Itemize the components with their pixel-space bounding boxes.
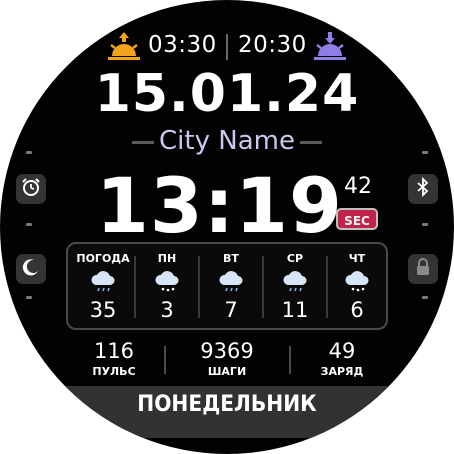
moon-icon [21,257,41,281]
lock-icon [414,257,432,281]
right-tick [422,296,428,299]
sunrise-icon [106,30,142,64]
left-tick [26,296,32,299]
weekday-label: ПОНЕДЕЛЬНИК [137,392,317,417]
stat-divider [289,346,291,374]
forecast-day-label: ВТ [223,252,239,265]
forecast-day: ВТ 7 [200,244,262,328]
heart-rate-label: ПУЛЬС [92,365,136,378]
watch-face: 03:30 20:30 15.01.24 City Name 13:19 42 … [0,0,454,454]
battery-value: 49 [328,339,356,363]
seconds-display: 42 [344,174,372,199]
date-display: 15.01.24 [94,64,360,124]
time-display: 13:19 [96,161,343,250]
bluetooth-icon [414,176,432,201]
battery-stat[interactable]: 49 ЗАРЯД [292,338,392,380]
forecast-temp: 3 [160,298,174,322]
right-tick [422,223,428,226]
right-tick [422,151,428,154]
rain-cloud-icon [217,270,245,294]
sunset-icon [312,30,348,64]
sunrise-time: 03:30 [148,32,217,58]
stat-divider [164,346,166,374]
forecast-temp: 7 [224,298,238,322]
left-tick [26,223,32,226]
sunset-time: 20:30 [238,32,307,58]
snow-cloud-icon [343,270,371,294]
city-name: City Name [159,126,295,156]
forecast-day: ПН 3 [136,244,198,328]
rain-cloud-icon [89,270,117,294]
forecast-day-label: СР [286,252,304,265]
seconds-badge: SEC [336,208,378,230]
forecast-day: ПОГОДА 35 [72,244,134,328]
steps-label: ШАГИ [207,365,247,378]
sun-times-row: 03:30 20:30 [100,30,354,64]
forecast-day-label: ПН [157,252,177,265]
heart-rate-stat[interactable]: 116 ПУЛЬС [64,338,164,380]
heart-rate-value: 116 [93,339,135,363]
steps-value: 9369 [200,339,254,363]
forecast-temp: 11 [281,298,309,322]
alarm-icon [21,177,41,201]
forecast-panel: ПОГОДА 35 ПН 3 ВТ 7 СР 11 ЧТ 6 [66,242,388,330]
forecast-day: ЧТ 6 [326,244,388,328]
steps-stat[interactable]: 9369 ШАГИ [177,338,277,380]
sun-divider [226,34,228,60]
snow-cloud-icon [153,270,181,294]
city-right-rule [300,141,322,144]
forecast-day-label: ЧТ [348,252,366,265]
battery-label: ЗАРЯД [320,365,364,378]
forecast-day-label: ПОГОДА [76,252,130,265]
forecast-temp: 35 [89,298,117,322]
bluetooth-button[interactable] [408,174,438,204]
night-mode-button[interactable] [16,254,46,284]
left-tick [26,151,32,154]
alarm-button[interactable] [16,174,46,204]
forecast-temp: 6 [350,298,364,322]
forecast-day: СР 11 [264,244,326,328]
rain-cloud-icon [281,270,309,294]
lock-button[interactable] [408,254,438,284]
